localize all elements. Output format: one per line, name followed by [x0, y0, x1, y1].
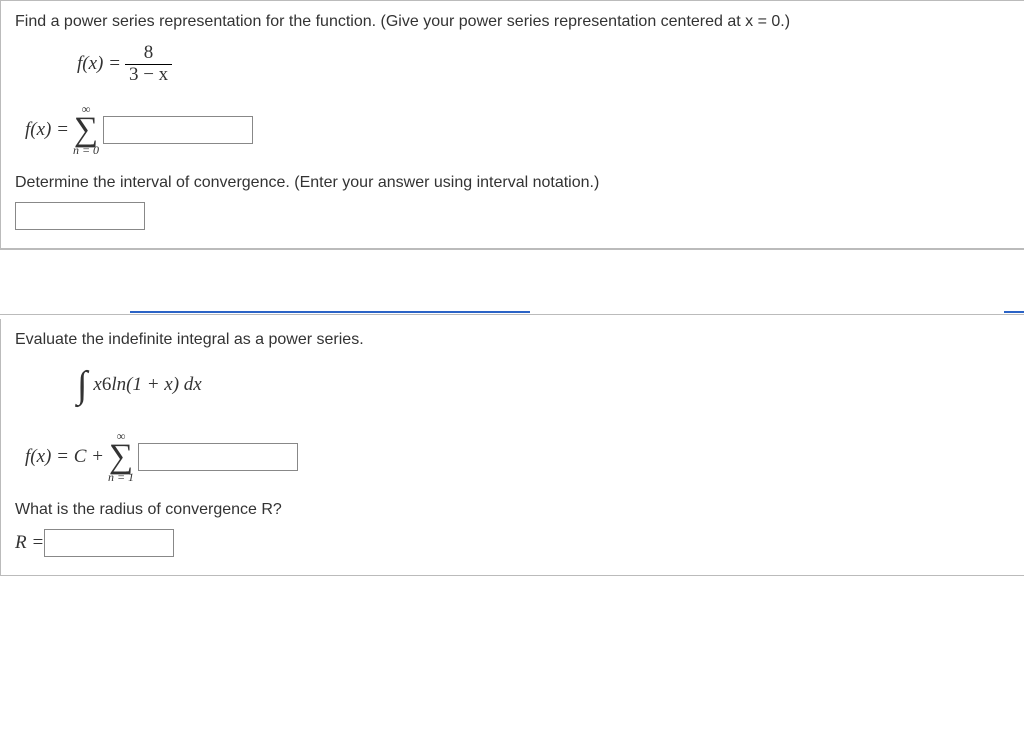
sigma-lower: n = 0: [73, 145, 99, 156]
fraction-denominator: 3 − x: [125, 64, 172, 86]
integrand-exponent: 6: [102, 374, 112, 396]
sep-bottom: [0, 314, 1024, 315]
p2-sub-prompt: What is the radius of convergence R?: [15, 501, 1010, 519]
fraction: 8 3 − x: [125, 43, 172, 86]
p2-radius-input[interactable]: [44, 529, 174, 557]
sep-accent-left: [130, 311, 530, 313]
sigma-symbol: ∞ ∑ n = 0: [73, 104, 99, 156]
p2-integral: ∫ x6 ln(1 + x) dx: [77, 363, 202, 407]
integrand-rest: ln(1 + x) dx: [111, 374, 201, 396]
fx-lhs: f(x) =: [77, 53, 121, 75]
p1-answer-lhs: f(x) =: [25, 119, 69, 141]
p1-interval-input[interactable]: [15, 202, 145, 230]
sigma2-glyph: ∑: [109, 442, 133, 473]
separator-region: [0, 249, 1024, 319]
r-equals: R =: [15, 532, 44, 554]
sigma-symbol-2: ∞ ∑ n = 1: [108, 431, 134, 483]
p2-answer-lhs: f(x) = C +: [25, 446, 104, 468]
integral-symbol: ∫: [77, 363, 87, 407]
p2-prompt: Evaluate the indefinite integral as a po…: [15, 331, 1010, 349]
p1-prompt: Find a power series representation for t…: [15, 13, 1010, 31]
integrand-x: x: [93, 374, 101, 396]
p1-series-input[interactable]: [103, 116, 253, 144]
sep-top: [0, 249, 1024, 250]
p2-series-input[interactable]: [138, 443, 298, 471]
p1-function-def: f(x) = 8 3 − x: [77, 43, 1010, 86]
p1-sub-prompt: Determine the interval of convergence. (…: [15, 174, 1010, 192]
p1-answer-row: f(x) = ∞ ∑ n = 0: [25, 104, 1010, 156]
problem-2: Evaluate the indefinite integral as a po…: [0, 319, 1024, 576]
sigma2-lower: n = 1: [108, 472, 134, 483]
fraction-numerator: 8: [140, 43, 158, 64]
p2-answer-row: f(x) = C + ∞ ∑ n = 1: [25, 431, 1010, 483]
p2-radius-row: R =: [15, 529, 1010, 557]
sigma-glyph: ∑: [74, 115, 98, 146]
sep-accent-right: [1004, 311, 1024, 313]
problem-1: Find a power series representation for t…: [0, 0, 1024, 249]
